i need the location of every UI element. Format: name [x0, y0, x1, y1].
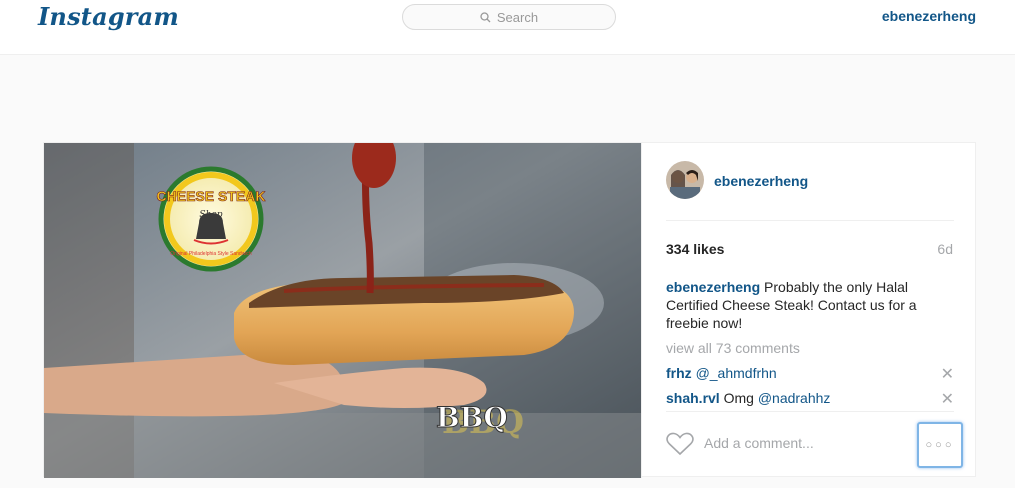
- delete-comment-icon[interactable]: ✕: [941, 364, 954, 384]
- comments-divider: [666, 411, 954, 412]
- add-comment-input[interactable]: Add a comment...: [704, 435, 814, 451]
- comment-item: frhz @_ahmdfrhn ✕: [666, 364, 954, 384]
- logo-text: CHEESE STEAK: [157, 188, 266, 204]
- comment-username[interactable]: frhz: [666, 365, 692, 381]
- post-sidebar: ebenezerheng 334 likes 6d ebenezerheng P…: [641, 143, 977, 478]
- view-all-comments-link[interactable]: view all 73 comments: [666, 340, 800, 356]
- bbq-overlay-text: BBQ: [436, 401, 508, 434]
- search-placeholder: Search: [496, 9, 539, 25]
- like-heart-icon[interactable]: [666, 432, 694, 456]
- instagram-logo[interactable]: Instagram: [38, 2, 179, 31]
- search-icon: [480, 11, 491, 22]
- cheese-steak-photo: CHEESE STEAK Shop Original Philadelphia …: [44, 143, 641, 478]
- comment-username[interactable]: shah.rvl: [666, 390, 720, 406]
- comment-text: Omg: [719, 390, 758, 406]
- post-author-username[interactable]: ebenezerheng: [714, 173, 808, 189]
- profile-link[interactable]: ebenezerheng: [882, 8, 976, 24]
- more-options-button[interactable]: ○○○: [917, 422, 963, 468]
- caption-username[interactable]: ebenezerheng: [666, 279, 760, 295]
- comment-item: shah.rvl Omg @nadrahhz ✕: [666, 389, 954, 409]
- post-card: CHEESE STEAK Shop Original Philadelphia …: [43, 142, 977, 478]
- logo-tagline: Original Philadelphia Style Sandwich: [170, 251, 252, 257]
- author-avatar[interactable]: [666, 161, 704, 199]
- post-caption: ebenezerheng Probably the only Halal Cer…: [666, 278, 956, 332]
- header-divider: [666, 220, 954, 221]
- comment-mention[interactable]: @_ahmdfrhn: [696, 365, 777, 381]
- avatar-photo: [666, 161, 704, 199]
- post-timestamp[interactable]: 6d: [937, 241, 953, 257]
- likes-count[interactable]: 334 likes: [666, 241, 724, 257]
- post-image[interactable]: CHEESE STEAK Shop Original Philadelphia …: [44, 143, 641, 478]
- top-navigation-bar: Instagram Search ebenezerheng: [0, 0, 1015, 55]
- comment-mention[interactable]: @nadrahhz: [758, 390, 831, 406]
- delete-comment-icon[interactable]: ✕: [941, 389, 954, 409]
- search-input[interactable]: Search: [402, 4, 616, 30]
